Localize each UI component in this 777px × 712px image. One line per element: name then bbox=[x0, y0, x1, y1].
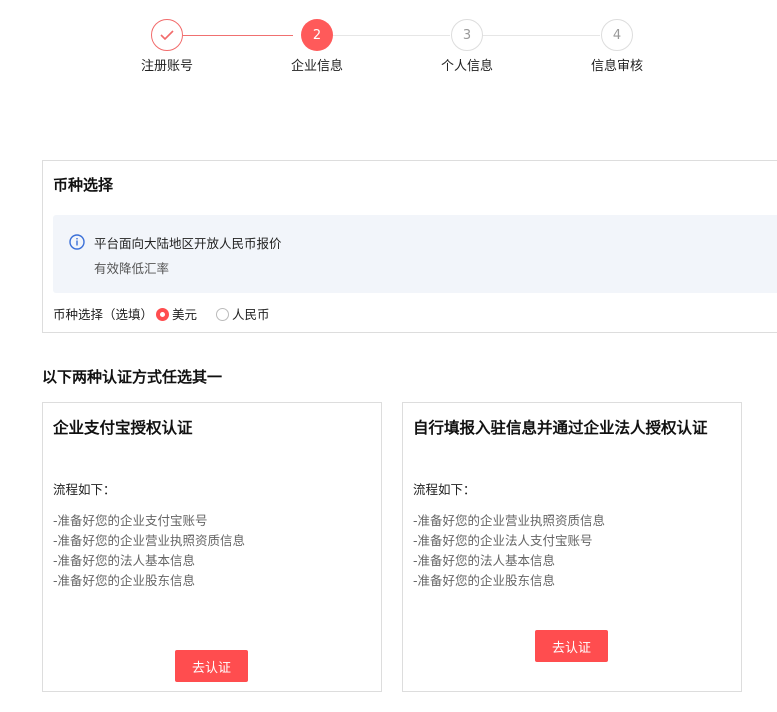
step-label: 注册账号 bbox=[140, 59, 193, 74]
list-item: -准备好您的企业股东信息 bbox=[53, 573, 196, 588]
currency-panel: 币种选择 平台面向大陆地区开放人民币报价 有效降低汇率 币种选择（选填） 美元 人… bbox=[42, 160, 777, 333]
card-title: 自行填报入驻信息并通过企业法人授权认证 bbox=[413, 419, 708, 437]
step-company: 2 企业信息 bbox=[272, 19, 362, 74]
step-register: 注册账号 bbox=[122, 19, 212, 74]
verify-button[interactable]: 去认证 bbox=[175, 650, 248, 682]
list-item: -准备好您的企业法人支付宝账号 bbox=[413, 533, 593, 548]
stepper: 注册账号 2 企业信息 3 个人信息 4 信息审核 bbox=[0, 19, 777, 79]
radio-unchecked-icon bbox=[216, 308, 230, 321]
step-personal: 3 个人信息 bbox=[422, 19, 512, 74]
list-item: -准备好您的企业营业执照资质信息 bbox=[413, 513, 606, 528]
radio-usd[interactable]: 美元 bbox=[153, 307, 197, 322]
currency-title: 币种选择 bbox=[53, 176, 114, 194]
list-item: -准备好您的法人基本信息 bbox=[53, 553, 196, 568]
section-title: 以下两种认证方式任选其一 bbox=[42, 368, 223, 386]
radio-label: 美元 bbox=[172, 307, 198, 322]
step-number: 3 bbox=[451, 19, 483, 51]
card-alipay-auth: 企业支付宝授权认证 流程如下： -准备好您的企业支付宝账号 -准备好您的企业营业… bbox=[42, 402, 382, 692]
step-number: 4 bbox=[601, 19, 633, 51]
step-label: 个人信息 bbox=[440, 59, 493, 74]
flow-label: 流程如下： bbox=[53, 482, 116, 497]
list-item: -准备好您的企业股东信息 bbox=[413, 573, 556, 588]
requirements-list: -准备好您的企业支付宝账号 -准备好您的企业营业执照资质信息 -准备好您的法人基… bbox=[53, 511, 245, 591]
step-label: 企业信息 bbox=[290, 59, 343, 74]
list-item: -准备好您的法人基本信息 bbox=[413, 553, 556, 568]
card-manual-auth: 自行填报入驻信息并通过企业法人授权认证 流程如下： -准备好您的企业营业执照资质… bbox=[402, 402, 742, 692]
notice-subtext: 有效降低汇率 bbox=[94, 261, 170, 276]
card-title: 企业支付宝授权认证 bbox=[53, 419, 193, 437]
radio-checked-icon bbox=[156, 308, 170, 321]
check-icon bbox=[151, 19, 183, 51]
currency-field-label: 币种选择（选填） bbox=[53, 307, 154, 322]
list-item: -准备好您的企业营业执照资质信息 bbox=[53, 533, 246, 548]
radio-cny[interactable]: 人民币 bbox=[213, 307, 270, 322]
verify-button[interactable]: 去认证 bbox=[535, 630, 608, 662]
step-number: 2 bbox=[301, 19, 333, 51]
info-icon bbox=[69, 234, 85, 250]
step-review: 4 信息审核 bbox=[572, 19, 662, 74]
step-label: 信息审核 bbox=[590, 59, 643, 74]
currency-notice: 平台面向大陆地区开放人民币报价 有效降低汇率 bbox=[53, 215, 777, 293]
radio-label: 人民币 bbox=[232, 307, 270, 322]
currency-radio-group: 币种选择（选填） 美元 人民币 bbox=[53, 304, 270, 323]
list-item: -准备好您的企业支付宝账号 bbox=[53, 513, 208, 528]
notice-text: 平台面向大陆地区开放人民币报价 bbox=[94, 236, 282, 251]
requirements-list: -准备好您的企业营业执照资质信息 -准备好您的企业法人支付宝账号 -准备好您的法… bbox=[413, 511, 605, 591]
flow-label: 流程如下： bbox=[413, 482, 476, 497]
